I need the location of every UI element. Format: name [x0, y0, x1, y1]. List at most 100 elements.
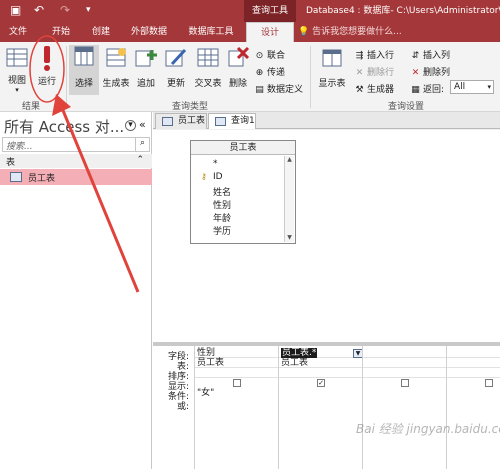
- undo-icon[interactable]: ↶: [34, 3, 44, 17]
- show-checkbox[interactable]: [485, 379, 493, 387]
- show-checkbox[interactable]: [233, 379, 241, 387]
- search-placeholder: 搜索...: [6, 142, 33, 152]
- data-definition-icon: ▤: [255, 85, 264, 95]
- run-label: 运行: [37, 77, 56, 87]
- delete-rows-button[interactable]: ✕ 删除行: [354, 65, 394, 78]
- table-cell[interactable]: 员工表: [195, 359, 279, 368]
- table-icon: [10, 172, 22, 182]
- field-gender[interactable]: 性别: [213, 198, 231, 211]
- scroll-down-icon[interactable]: ▼: [285, 234, 294, 242]
- delete-rows-icon: ✕: [355, 68, 364, 78]
- doc-tab-label: 员工表: [178, 116, 206, 126]
- nav-category-label: 表: [6, 158, 16, 168]
- sort-cell[interactable]: [279, 369, 363, 378]
- criteria-cell[interactable]: [279, 389, 363, 398]
- return-control: ▦ 返回:: [410, 82, 444, 95]
- show-table-button[interactable]: 显示表: [314, 46, 350, 89]
- select-label: 选择: [74, 79, 93, 89]
- nav-pane-title[interactable]: 所有 Access 对...: [4, 116, 124, 137]
- tab-create[interactable]: 创建: [84, 22, 118, 42]
- update-label: 更新: [166, 79, 185, 89]
- field-cell-value: 员工表.*: [281, 348, 318, 358]
- return-icon: ▦: [411, 85, 420, 95]
- make-table-label: 生成表: [102, 79, 130, 89]
- view-button[interactable]: 视图 ▾: [4, 46, 30, 94]
- make-table-button[interactable]: 生成表: [101, 46, 131, 89]
- query-type-group-label: 查询类型: [172, 102, 209, 112]
- field-name[interactable]: 姓名: [213, 185, 231, 198]
- datasheet-view-icon: [5, 46, 29, 70]
- collapse-chevron-icon[interactable]: ⌃: [136, 155, 144, 165]
- table-cell[interactable]: [363, 359, 447, 368]
- data-definition-label: 数据定义: [267, 85, 304, 95]
- nav-item-employee-table[interactable]: 员工表: [0, 169, 152, 185]
- show-table-label: 显示表: [318, 79, 346, 89]
- sort-cell[interactable]: [447, 369, 500, 378]
- run-button[interactable]: 运行: [34, 44, 60, 87]
- nav-search-input[interactable]: 搜索... ⌕: [2, 137, 150, 152]
- search-icon[interactable]: ⌕: [135, 138, 149, 151]
- tab-database-tools[interactable]: 数据库工具: [180, 22, 242, 42]
- grid-column: [362, 346, 447, 469]
- update-button[interactable]: 更新: [162, 46, 190, 89]
- customize-quick-access-icon[interactable]: ▾: [86, 3, 91, 17]
- delete-query-button[interactable]: 删除: [226, 46, 250, 89]
- row-label-or: 或:: [176, 402, 189, 412]
- union-button[interactable]: ⊙ 联合: [254, 48, 285, 61]
- tab-file[interactable]: 文件: [0, 22, 36, 42]
- title-bar: ▣ ↶ ↷ ▾ 查询工具 Database4 : 数据库- C:\Users\A…: [0, 0, 500, 22]
- tab-home[interactable]: 开始: [44, 22, 78, 42]
- table-cell[interactable]: 员工表: [279, 359, 363, 368]
- append-button[interactable]: 追加: [133, 46, 159, 89]
- sort-cell[interactable]: [363, 369, 447, 378]
- document-title: Database4 : 数据库- C:\Users\Administrator\…: [306, 6, 500, 16]
- field-id[interactable]: ID: [213, 172, 223, 182]
- insert-columns-button[interactable]: ⇵ 插入列: [410, 48, 450, 61]
- field-cell[interactable]: 性别: [195, 349, 279, 358]
- tell-me-box[interactable]: 💡 告诉我您想要做什么...: [298, 22, 402, 42]
- view-dropdown-icon[interactable]: ▾: [4, 86, 30, 94]
- scroll-up-icon[interactable]: ▲: [285, 156, 294, 164]
- pass-through-button[interactable]: ⊕ 传递: [254, 65, 285, 78]
- sort-cell[interactable]: [195, 369, 279, 378]
- delete-columns-button[interactable]: ✕ 删除列: [410, 65, 450, 78]
- insert-rows-button[interactable]: ⇶ 插入行: [354, 48, 394, 61]
- tab-external-data[interactable]: 外部数据: [124, 22, 174, 42]
- field-age[interactable]: 年龄: [213, 211, 231, 224]
- field-list-employee-table[interactable]: 员工表 * ⚷ ID 姓名 性别 年龄 学历 ▲ ▼: [190, 140, 296, 244]
- crosstab-button[interactable]: 交叉表: [192, 46, 224, 89]
- collapse-pane-icon[interactable]: «: [139, 118, 146, 131]
- return-select-value: All: [454, 82, 466, 92]
- data-definition-button[interactable]: ▤ 数据定义: [254, 82, 303, 95]
- field-cell[interactable]: [363, 349, 447, 358]
- field-list-title: 员工表: [191, 141, 295, 155]
- return-label: 返回:: [423, 85, 445, 95]
- tab-design[interactable]: 设计: [246, 22, 294, 42]
- insert-rows-label: 插入行: [367, 51, 395, 61]
- select-query-button[interactable]: 选择: [69, 45, 99, 95]
- doc-tab-employee-table[interactable]: 员工表: [155, 113, 207, 129]
- query-setup-group-label: 查询设置: [388, 102, 425, 112]
- field-cell[interactable]: 员工表.* ▼: [279, 348, 363, 358]
- field-list-scrollbar[interactable]: ▲ ▼: [284, 156, 294, 242]
- builder-wand-icon: ⚒: [355, 85, 364, 95]
- show-checkbox[interactable]: [401, 379, 409, 387]
- redo-icon[interactable]: ↷: [60, 3, 70, 17]
- make-table-icon: [104, 46, 128, 70]
- save-icon[interactable]: ▣: [10, 3, 21, 17]
- field-cell[interactable]: [447, 349, 500, 358]
- nav-category-tables[interactable]: 表 ⌃: [0, 154, 152, 168]
- select-query-icon: [72, 45, 96, 69]
- field-all[interactable]: *: [213, 159, 218, 169]
- show-checkbox[interactable]: ✓: [317, 379, 325, 387]
- table-cell[interactable]: [447, 359, 500, 368]
- table-icon: [162, 117, 173, 126]
- return-select[interactable]: All ▾: [450, 80, 494, 94]
- exclamation-icon: [35, 44, 59, 71]
- field-education[interactable]: 学历: [213, 224, 231, 237]
- nav-menu-chevron-icon[interactable]: ▾: [125, 120, 136, 131]
- doc-tab-query1[interactable]: 查询1: [208, 113, 256, 129]
- builder-button[interactable]: ⚒ 生成器: [354, 82, 394, 95]
- delete-columns-icon: ✕: [411, 68, 420, 78]
- criteria-cell[interactable]: "女": [195, 389, 279, 398]
